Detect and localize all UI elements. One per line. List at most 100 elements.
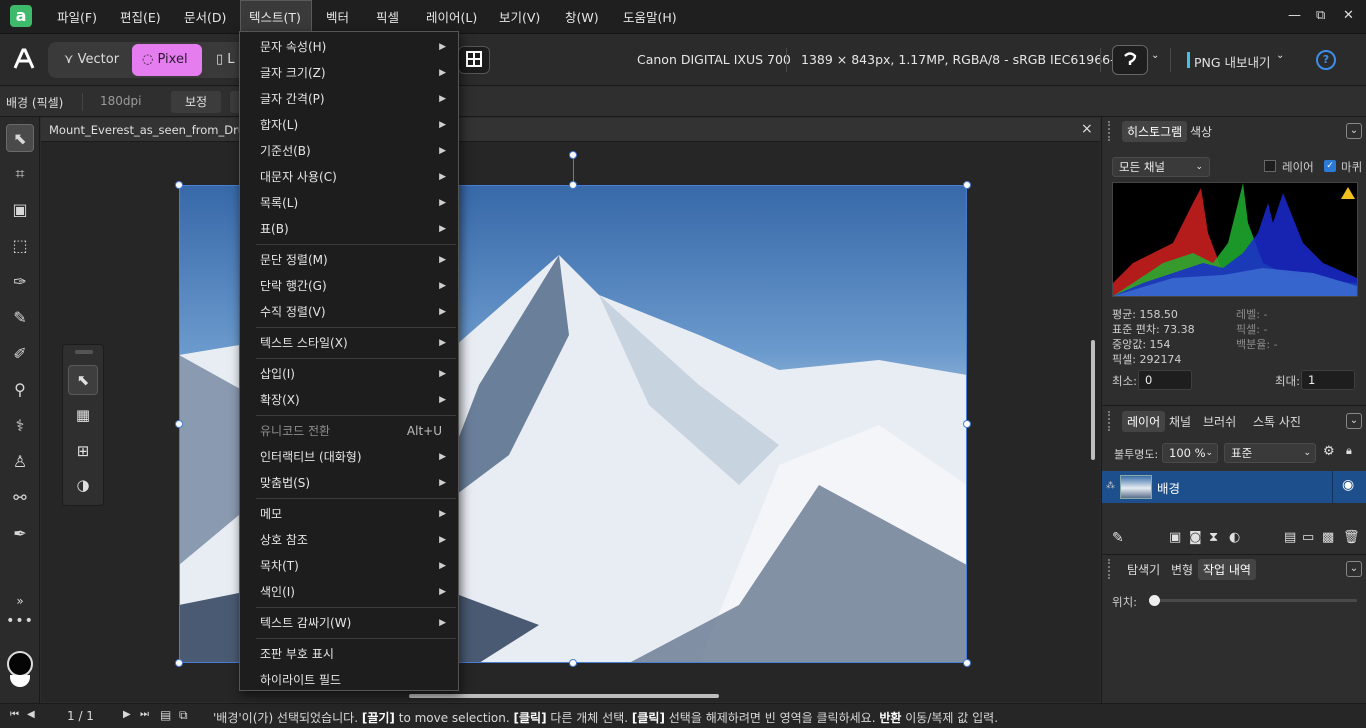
menu-option[interactable]: 상호 참조 ▶ — [240, 527, 458, 553]
close-document-icon[interactable]: × — [1081, 121, 1093, 137]
persona-vector-button[interactable]: ⋎ Vector — [54, 44, 129, 76]
selection-brush-icon[interactable]: ▣ — [6, 196, 34, 224]
layer-checkbox[interactable] — [1264, 160, 1276, 172]
menu-item[interactable]: 픽셀 — [368, 0, 407, 34]
tab-layers-panel[interactable]: 스톡 사진 — [1248, 411, 1306, 432]
history-slider-track[interactable] — [1154, 599, 1357, 602]
menu-item[interactable]: 벡터 — [318, 0, 357, 34]
lock-icon[interactable]: 🔒︎ — [1346, 444, 1352, 458]
resize-handle[interactable] — [569, 659, 577, 667]
perspective-icon[interactable]: ⊞ — [68, 437, 98, 467]
menu-item[interactable]: 편집(E) — [112, 0, 169, 34]
minimize-icon[interactable]: — — [1288, 8, 1301, 23]
adjust-button[interactable]: 보정 — [171, 91, 221, 113]
help-icon[interactable]: ? — [1316, 50, 1336, 70]
min-input[interactable]: 0 — [1138, 370, 1192, 390]
tab-layers-panel[interactable]: 브러쉬 — [1198, 411, 1241, 432]
collapse-icon[interactable]: ⌄ — [1346, 123, 1362, 139]
menu-item[interactable]: 도움말(H) — [615, 0, 685, 34]
prev-page-icon[interactable]: ◀ — [27, 709, 35, 720]
menu-option[interactable]: 단락 행간(G) ▶ — [240, 273, 458, 299]
menu-option[interactable]: 목차(T) ▶ — [240, 553, 458, 579]
trash-icon[interactable]: 🗑︎ — [1343, 530, 1360, 545]
ellipsis-icon[interactable]: ••• — [6, 607, 34, 635]
paint-brush-icon[interactable]: ✎ — [6, 304, 34, 332]
menu-option[interactable]: 대문자 사용(C) ▶ — [240, 164, 458, 190]
menu-option[interactable]: 기준선(B) ▶ — [240, 138, 458, 164]
history-slider-thumb[interactable] — [1149, 595, 1160, 606]
blend-mode-select[interactable]: 표준 ⌄ — [1224, 443, 1316, 463]
channel-select[interactable]: 모든 채널 ⌄ — [1112, 157, 1210, 177]
resize-handle[interactable] — [963, 181, 971, 189]
vertical-scrollbar[interactable] — [1091, 340, 1095, 460]
spread-icon[interactable]: ⧉ — [179, 708, 188, 723]
menu-option[interactable]: 글자 간격(P) ▶ — [240, 86, 458, 112]
restore-icon[interactable]: ⧉ — [1316, 8, 1325, 23]
first-page-icon[interactable]: ⏮ — [10, 709, 19, 720]
next-page-icon[interactable]: ▶ — [123, 709, 131, 720]
tab-history-panel[interactable]: 작업 내역 — [1198, 559, 1256, 580]
move-tool-icon[interactable]: ⬉ — [6, 124, 34, 152]
folder-icon[interactable]: ▭ — [1302, 530, 1314, 545]
menu-option[interactable]: 목록(L) ▶ — [240, 190, 458, 216]
eye-icon[interactable]: ◉ — [1342, 477, 1354, 493]
chevron-down-icon[interactable]: ⌄ — [1151, 50, 1159, 61]
resize-handle[interactable] — [175, 181, 183, 189]
resize-handle[interactable] — [175, 659, 183, 667]
menu-option[interactable]: 합자(L) ▶ — [240, 112, 458, 138]
primary-color-swatch[interactable] — [7, 651, 33, 677]
mask-icon[interactable]: ◙ — [1189, 530, 1202, 545]
crop-tool-icon[interactable]: ⌗ — [6, 160, 34, 188]
healing-brush-icon[interactable]: ⚕ — [6, 412, 34, 440]
tab-history-panel[interactable]: 변형 — [1166, 559, 1198, 580]
menu-option[interactable]: 삽입(I) ▶ — [240, 361, 458, 387]
menu-option[interactable]: 조판 부호 표시 — [240, 641, 458, 667]
export-button[interactable]: PNG 내보내기 ⌄ — [1184, 48, 1284, 72]
menu-item[interactable]: 보기(V) — [491, 0, 548, 34]
menu-option[interactable]: 확장(X) ▶ — [240, 387, 458, 413]
fx-icon[interactable]: ▣ — [1169, 530, 1181, 545]
opacity-select[interactable]: 100 % ⌄ — [1162, 443, 1218, 463]
max-input[interactable]: 1 — [1301, 370, 1355, 390]
menu-option[interactable]: 맞춤법(S) ▶ — [240, 470, 458, 496]
menu-option[interactable]: 인터랙티브 (대화형) ▶ — [240, 444, 458, 470]
quick-action-button[interactable] — [1112, 45, 1148, 75]
pages-icon[interactable]: ▤ — [160, 708, 171, 722]
resize-handle[interactable] — [569, 181, 577, 189]
menu-option[interactable]: 문자 속성(H) ▶ — [240, 34, 458, 60]
resize-handle[interactable] — [963, 659, 971, 667]
menu-option[interactable]: 색인(I) ▶ — [240, 579, 458, 605]
menu-option[interactable]: 하이라이트 필드 — [240, 667, 458, 693]
gear-icon[interactable]: ⚙ — [1323, 444, 1335, 459]
menu-option[interactable]: 표(B) ▶ — [240, 216, 458, 242]
tab-history-panel[interactable]: 탐색기 — [1122, 559, 1165, 580]
collapse-icon[interactable]: ⌄ — [1346, 561, 1362, 577]
grid-view-button[interactable] — [458, 46, 490, 74]
menu-option[interactable]: 문단 정렬(M) ▶ — [240, 247, 458, 273]
menu-item[interactable]: 파일(F) — [49, 0, 105, 34]
menu-option[interactable]: 글자 크기(Z) ▶ — [240, 60, 458, 86]
layer-row-background[interactable]: ⁂ 배경 ◉ — [1102, 471, 1366, 503]
checker-icon[interactable]: ▩ — [1322, 530, 1334, 545]
pixel-layer-icon[interactable]: ▤ — [1284, 530, 1296, 545]
edit-layer-icon[interactable]: ✎ — [1112, 530, 1124, 546]
tab-layers-panel[interactable]: 채널 — [1164, 411, 1196, 432]
tab-layers-panel[interactable]: 레이어 — [1122, 411, 1166, 432]
menu-item[interactable]: 문서(D) — [176, 0, 234, 34]
horizontal-scrollbar[interactable] — [409, 694, 719, 698]
tab-histogram[interactable]: 히스토그램 — [1122, 121, 1188, 142]
menu-item[interactable]: 창(W) — [557, 0, 607, 34]
marquee-tool-icon[interactable]: ⬚ — [6, 232, 34, 260]
hourglass-icon[interactable]: ⧗ — [1209, 530, 1218, 545]
stamp-tool-icon[interactable]: ♙ — [6, 448, 34, 476]
marquee-checkbox[interactable]: ✓ — [1324, 160, 1336, 172]
flood-select-icon[interactable]: ✑ — [6, 268, 34, 296]
close-icon[interactable]: ✕ — [1343, 8, 1354, 23]
menu-option[interactable]: 텍스트 스타일(X) ▶ — [240, 330, 458, 356]
tab-color[interactable]: 색상 — [1185, 121, 1217, 142]
clone-brush-icon[interactable]: ⚲ — [6, 376, 34, 404]
pointer-icon[interactable]: ⬉ — [68, 365, 98, 395]
rotation-handle[interactable] — [569, 151, 577, 159]
dodge-tool-icon[interactable]: ⚯ — [6, 484, 34, 512]
menu-item[interactable]: 텍스트(T) — [240, 0, 312, 34]
